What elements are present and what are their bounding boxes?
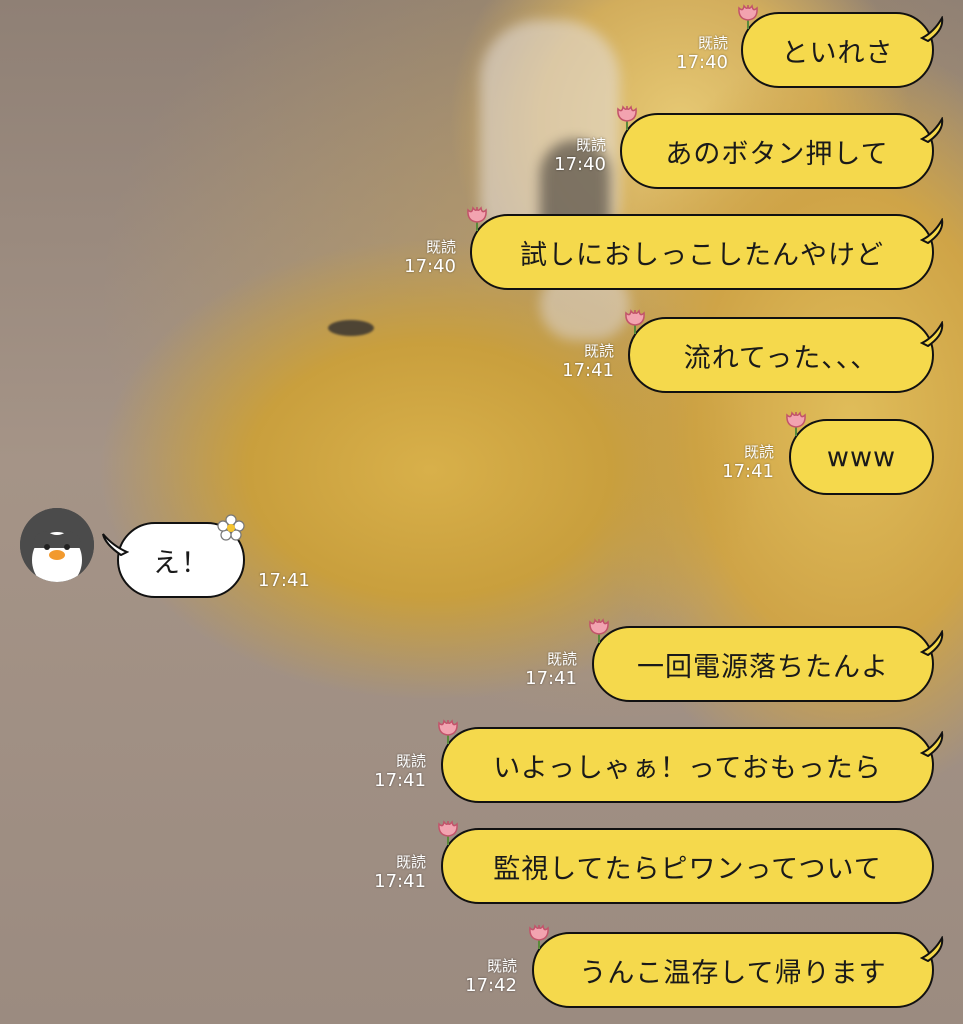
message-bubble[interactable]: といれさ: [738, 4, 944, 88]
message-meta: 既読 17:41: [340, 853, 426, 893]
read-receipt: 既読: [575, 136, 606, 154]
message-time: 17:41: [562, 360, 614, 381]
flower-icon: [217, 514, 245, 541]
message-bubble[interactable]: 試しにおしっこしたんやけど: [467, 206, 944, 290]
tulip-icon: [438, 719, 458, 744]
message-time: 17:40: [404, 256, 456, 277]
message-bubble[interactable]: 流れてった、、、: [625, 309, 944, 393]
bubble-tail-icon: [920, 936, 944, 962]
message-bubble[interactable]: うんこ温存して帰ります: [529, 924, 944, 1008]
penguin-icon: [20, 508, 94, 582]
bubble-tail-icon: [920, 321, 944, 347]
tulip-icon: [529, 924, 549, 949]
message-time: 17:40: [554, 154, 606, 175]
message-text: うんこ温存して帰ります: [579, 957, 887, 989]
message-meta: 既読 17:41: [491, 650, 577, 690]
message-meta: 既読 17:41: [340, 752, 426, 792]
message-meta: 既読 17:41: [528, 342, 614, 382]
message-bubble[interactable]: いよっしゃぁ！っておもったら: [438, 719, 944, 803]
message-time: 17:41: [374, 770, 426, 791]
tulip-icon: [625, 309, 645, 334]
bubble-tail-icon: [920, 218, 944, 244]
read-receipt: 既読: [395, 752, 426, 770]
tulip-icon: [589, 618, 609, 643]
bubble-tail-icon: [102, 533, 129, 556]
tulip-icon: [467, 206, 487, 231]
message-meta: 既読 17:41: [688, 443, 774, 483]
message-time: 17:41: [374, 871, 426, 892]
bubble-tail-icon: [920, 630, 944, 656]
tulip-icon: [438, 820, 458, 845]
message-text: 一回電源落ちたんよ: [637, 651, 889, 683]
bubble-tail-icon: [920, 117, 944, 143]
read-receipt: 既読: [697, 34, 728, 52]
bubble-tail-icon: [920, 16, 944, 42]
tulip-icon: [738, 4, 758, 29]
message-time: 17:40: [676, 52, 728, 73]
message-time: 17:41: [525, 668, 577, 689]
message-text: え！: [153, 547, 209, 579]
message-meta: 既読 17:40: [640, 34, 728, 74]
message-text: 試しにおしっこしたんやけど: [520, 239, 884, 271]
message-time: 17:42: [465, 975, 517, 996]
read-receipt: 既読: [583, 342, 614, 360]
message-bubble[interactable]: 監視してたらピワンってついて: [438, 820, 934, 904]
message-text: といれさ: [781, 37, 894, 69]
read-receipt: 既読: [425, 238, 456, 256]
message-bubble[interactable]: あのボタン押して: [617, 105, 944, 189]
message-text: 流れてった、、、: [683, 342, 879, 374]
tulip-icon: [786, 411, 806, 436]
message-text: 監視してたらピワンってついて: [493, 853, 882, 885]
penguin-avatar[interactable]: [20, 508, 94, 582]
read-receipt: 既読: [743, 443, 774, 461]
message-bubble[interactable]: www: [786, 411, 934, 495]
message-meta: 既読 17:40: [520, 136, 606, 176]
tulip-icon: [617, 105, 637, 130]
message-text: いよっしゃぁ！っておもったら: [493, 752, 882, 784]
incoming-message-bubble[interactable]: え！: [102, 514, 245, 598]
read-receipt: 既読: [395, 853, 426, 871]
message-time: 17:41: [722, 461, 774, 482]
message-meta: 既読 17:42: [431, 957, 517, 997]
message-text: www: [826, 441, 897, 473]
message-bubble[interactable]: 一回電源落ちたんよ: [589, 618, 944, 702]
message-time: 17:41: [258, 570, 310, 591]
read-receipt: 既読: [546, 650, 577, 668]
message-meta: 既読 17:40: [370, 238, 456, 278]
chat-area: 既読 17:40 といれさ 既読 17:40 あのボタン押して 既読 17:40…: [0, 0, 963, 1024]
message-text: あのボタン押して: [665, 138, 889, 170]
bubble-tail-icon: [920, 731, 944, 757]
read-receipt: 既読: [486, 957, 517, 975]
